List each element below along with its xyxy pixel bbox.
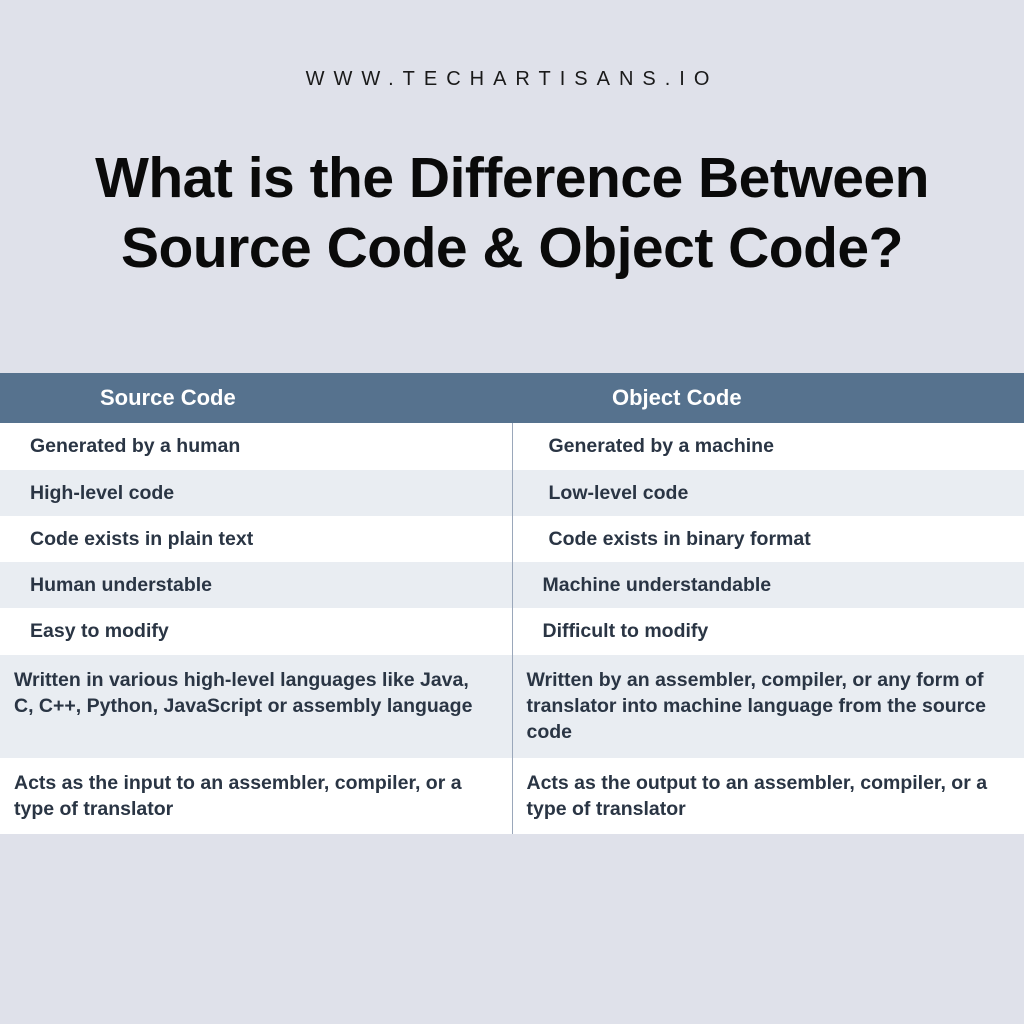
- cell-source: Code exists in plain text: [0, 516, 512, 562]
- page-title: What is the Difference Between Source Co…: [0, 91, 1024, 283]
- cell-object: Acts as the output to an assembler, comp…: [512, 758, 1024, 835]
- cell-source: Easy to modify: [0, 608, 512, 654]
- col-header-object: Object Code: [512, 373, 1024, 423]
- table-header-row: Source Code Object Code: [0, 373, 1024, 423]
- table-row: Acts as the input to an assembler, compi…: [0, 758, 1024, 835]
- cell-object: Difficult to modify: [512, 608, 1024, 654]
- comparison-table: Source Code Object Code Generated by a h…: [0, 373, 1024, 834]
- cell-object: Machine understandable: [512, 562, 1024, 608]
- cell-source: High-level code: [0, 470, 512, 516]
- cell-source: Written in various high-level languages …: [0, 655, 512, 758]
- cell-source: Acts as the input to an assembler, compi…: [0, 758, 512, 835]
- table-row: Code exists in plain text Code exists in…: [0, 516, 1024, 562]
- table-row: Easy to modify Difficult to modify: [0, 608, 1024, 654]
- col-header-source: Source Code: [0, 373, 512, 423]
- table-row: Written in various high-level languages …: [0, 655, 1024, 758]
- cell-object: Generated by a machine: [512, 423, 1024, 469]
- site-url: WWW.TECHARTISANS.IO: [0, 0, 1024, 91]
- cell-object: Written by an assembler, compiler, or an…: [512, 655, 1024, 758]
- comparison-table-wrap: Source Code Object Code Generated by a h…: [0, 373, 1024, 834]
- table-row: Generated by a human Generated by a mach…: [0, 423, 1024, 469]
- table-row: Human understable Machine understandable: [0, 562, 1024, 608]
- cell-source: Generated by a human: [0, 423, 512, 469]
- cell-object: Code exists in binary format: [512, 516, 1024, 562]
- table-row: High-level code Low-level code: [0, 470, 1024, 516]
- cell-source: Human understable: [0, 562, 512, 608]
- cell-object: Low-level code: [512, 470, 1024, 516]
